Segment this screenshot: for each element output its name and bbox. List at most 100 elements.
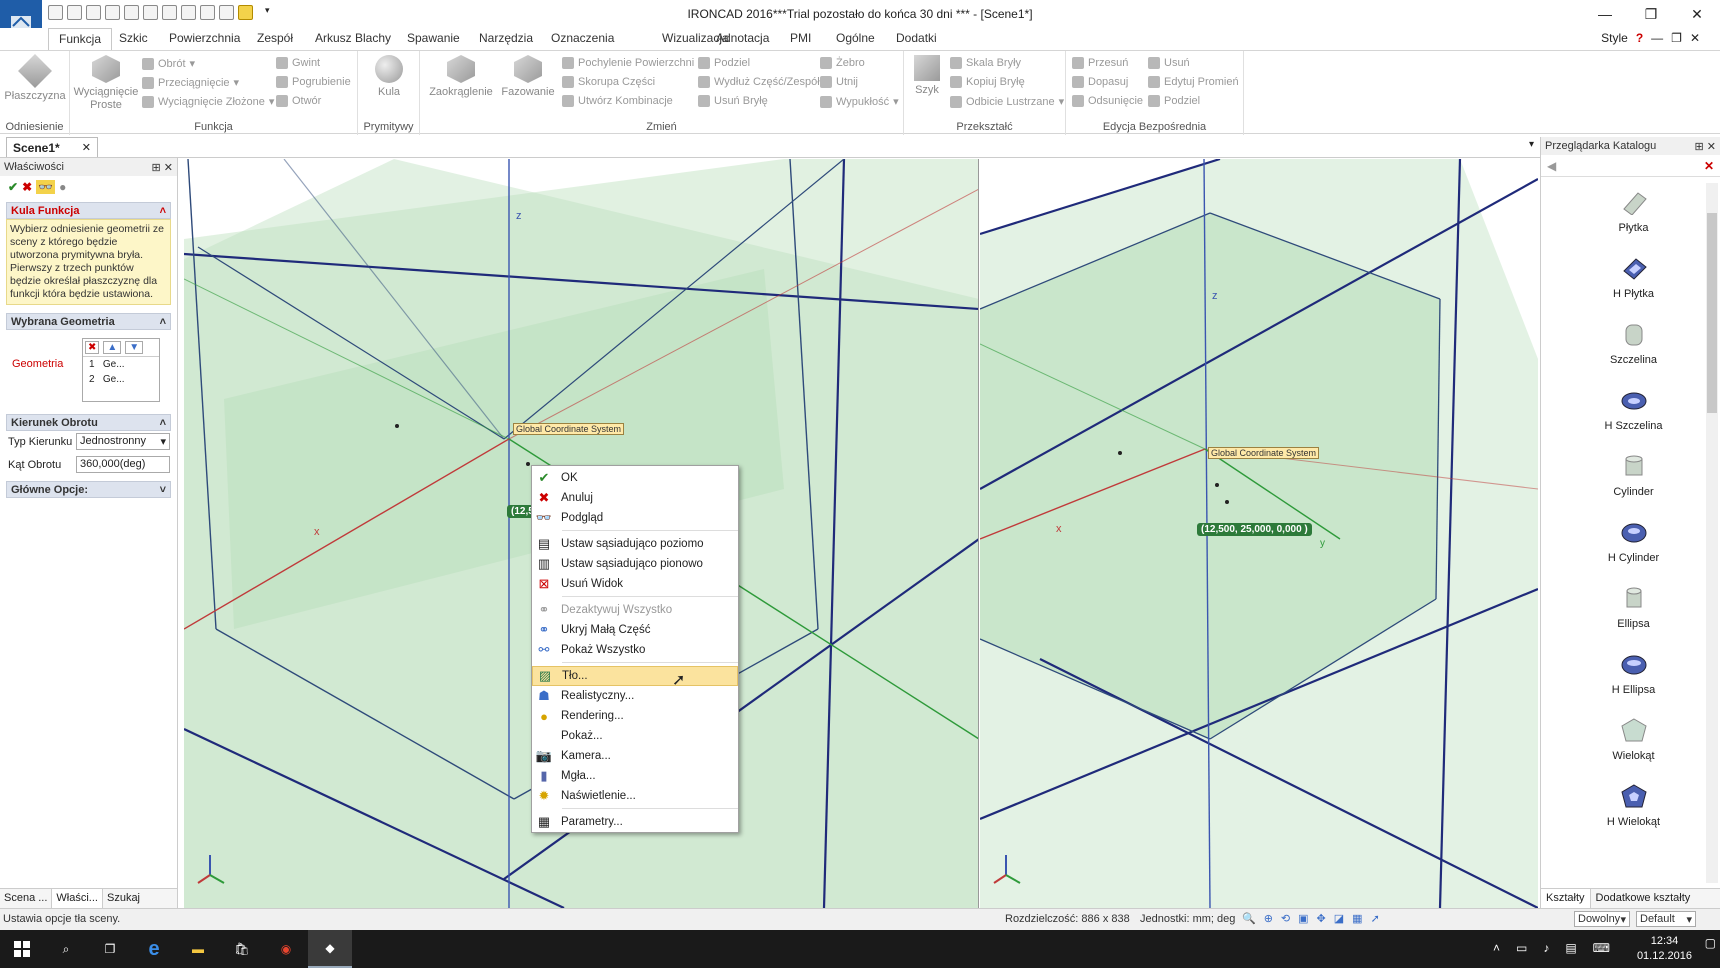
geometry-item[interactable]: 2 Ge... (83, 372, 159, 387)
menu-item-parameters[interactable]: ▦ Parametry... (532, 812, 738, 832)
action-center-icon[interactable]: ▢ (1705, 936, 1716, 950)
close-panel-icon[interactable]: ✕ (164, 162, 173, 174)
catalog-item-wielokat[interactable]: Wielokąt (1561, 717, 1706, 762)
menu-item-hide-small[interactable]: ⚭ Ukryj Małą Część (532, 620, 738, 640)
zebro-button[interactable]: Żebro (820, 57, 865, 69)
profile-select[interactable]: Default ▾ (1636, 911, 1696, 927)
menu-item-background[interactable]: ▨ Tło... (532, 666, 738, 686)
tab-funkcja[interactable]: Funkcja (48, 28, 113, 51)
typ-kierunku-select[interactable]: Jednostronny ▾ (76, 433, 170, 450)
skala-bryly-button[interactable]: Skala Bryły (950, 57, 1021, 69)
menu-item-camera[interactable]: 📷 Kamera... (532, 746, 738, 766)
tab-dodatkowe-ksztalty[interactable]: Dodatkowe kształty (1591, 889, 1696, 908)
clock[interactable]: 12:34 01.12.2016 (1637, 934, 1692, 964)
notifications-icon[interactable]: ▤ (1565, 941, 1576, 955)
menu-item-tile-vertical[interactable]: ▥ Ustaw sąsiadująco pionowo (532, 554, 738, 574)
zoom-fit-icon[interactable]: ⊕ (1264, 912, 1273, 925)
plaszczyzna-button[interactable]: Płaszczyzna (4, 54, 66, 103)
maximize-icon[interactable]: ❐ (1628, 0, 1674, 28)
menu-item-show[interactable]: Pokaż... (532, 726, 738, 746)
menu-item-ok[interactable]: ✔ OK (532, 468, 738, 488)
odbicie-lustrzane-button[interactable]: Odbicie Lustrzane ▾ (950, 95, 1064, 108)
utnij-button[interactable]: Utnij (820, 76, 858, 88)
task-view-icon[interactable]: ❐ (88, 930, 132, 968)
menu-item-anuluj[interactable]: ✖ Anuluj (532, 488, 738, 508)
tab-scena[interactable]: Scena ... (0, 889, 53, 908)
gwint-button[interactable]: Gwint (276, 57, 320, 69)
section-kula-funkcja[interactable]: Kula Funkcja ˄ (6, 202, 171, 219)
tab-adnotacja[interactable]: Adnotacja (716, 31, 769, 45)
menu-item-podglad[interactable]: 👓 Podgląd (532, 508, 738, 528)
szyk-button[interactable]: Szyk (910, 55, 944, 97)
wydluz-button[interactable]: Wydłuż Część/Zespół (698, 76, 820, 88)
tab-szkic[interactable]: Szkic (119, 31, 148, 45)
preview-icon[interactable]: 👓 (36, 180, 56, 194)
pin-icon[interactable]: ⊞ (152, 162, 161, 174)
store-icon[interactable]: 🛍 (220, 930, 264, 968)
move-up-icon[interactable]: ▲ (103, 341, 122, 354)
ribbon-close-icon[interactable]: ✕ (1690, 31, 1700, 45)
pan-icon[interactable]: ✥ (1317, 912, 1326, 925)
usun-bryle-button[interactable]: Usuń Bryłę (698, 95, 768, 107)
tab-arkusz-blachy[interactable]: Arkusz Blachy (315, 31, 391, 45)
catalog-item-h-szczelina[interactable]: H Szczelina (1561, 387, 1706, 432)
tab-narzedzia[interactable]: Narzędzia (479, 31, 533, 45)
catalog-scrollbar[interactable] (1706, 183, 1718, 883)
catalog-item-h-cylinder[interactable]: H Cylinder (1561, 519, 1706, 564)
tab-oznaczenia[interactable]: Oznaczenia (551, 31, 614, 45)
catalog-item-ellipsa[interactable]: Ellipsa (1561, 585, 1706, 630)
catalog-item-h-plytka[interactable]: H Płytka (1561, 255, 1706, 300)
ribbon-minimize-icon[interactable]: — (1651, 31, 1663, 45)
pin-icon[interactable]: ⊞ (1695, 141, 1704, 153)
zaokraglenie-button[interactable]: Zaokrąglenie (428, 55, 494, 99)
geometry-item[interactable]: 1 Ge... (83, 357, 159, 372)
orbit-icon[interactable]: ⟲ (1281, 912, 1290, 925)
info-icon[interactable]: ● (59, 180, 66, 194)
render-mode-icon[interactable]: ◪ (1334, 912, 1344, 925)
kopiuj-bryle-button[interactable]: Kopiuj Bryłę (950, 76, 1025, 88)
menu-item-fog[interactable]: ▮ Mgła... (532, 766, 738, 786)
zoom-icon[interactable]: 🔍 (1242, 912, 1256, 925)
tab-wlasciwosci[interactable]: Właści... (52, 889, 103, 908)
tab-scene1[interactable]: Scene1* ✕ (6, 137, 98, 157)
volume-icon[interactable]: ♪ (1543, 941, 1549, 955)
help-icon[interactable]: ? (1636, 31, 1643, 45)
przeciagniecie-button[interactable]: Przeciągnięcie ▾ (142, 76, 239, 89)
tab-spawanie[interactable]: Spawanie (407, 31, 460, 45)
podziel-direct-button[interactable]: Podziel (1148, 95, 1200, 107)
section-kierunek-obrotu[interactable]: Kierunek Obrotu ˄ (6, 414, 171, 431)
move-down-icon[interactable]: ▼ (125, 341, 144, 354)
file-explorer-icon[interactable]: ▬ (176, 930, 220, 968)
start-icon[interactable] (0, 930, 44, 968)
close-tab-icon[interactable]: ✕ (82, 141, 91, 154)
tab-powierzchnia[interactable]: Powierzchnia (169, 31, 240, 45)
podziel-button[interactable]: Podziel (698, 57, 750, 69)
fazowanie-button[interactable]: Fazowanie (500, 55, 556, 99)
wyciagniecie-proste-button[interactable]: Wyciągnięcie Proste (72, 55, 140, 112)
remove-geometry-icon[interactable]: ✖ (85, 341, 100, 354)
close-icon[interactable]: ✕ (1674, 0, 1720, 28)
menu-item-realistic[interactable]: ☗ Realistyczny... (532, 686, 738, 706)
tab-ogolne[interactable]: Ogólne (836, 31, 875, 45)
mode-select[interactable]: Dowolny ▾ (1574, 911, 1630, 927)
dopasuj-button[interactable]: Dopasuj (1072, 76, 1128, 88)
doc-tabs-dropdown-icon[interactable]: ▾ (1529, 139, 1534, 150)
search-icon[interactable]: ⌕ (44, 930, 88, 968)
display-icon[interactable]: ▦ (1352, 912, 1362, 925)
section-glowne-opcje[interactable]: Główne Opcje: ˅ (6, 481, 171, 498)
pogrubienie-button[interactable]: Pogrubienie (276, 76, 351, 88)
keyboard-icon[interactable]: ⌨ (1593, 941, 1610, 955)
kula-button[interactable]: Kula (366, 55, 412, 99)
menu-item-deactivate-all[interactable]: ⚭ Dezaktywuj Wszystko (532, 600, 738, 620)
back-icon[interactable]: ◀ (1547, 159, 1556, 173)
wyciagniecie-zlozone-button[interactable]: Wyciągnięcie Złożone ▾ (142, 95, 274, 108)
close-catalog-icon[interactable]: ✕ (1707, 141, 1716, 153)
odsuniecie-button[interactable]: Odsunięcie (1072, 95, 1143, 107)
menu-item-show-all[interactable]: ⚯ Pokaż Wszystko (532, 640, 738, 660)
kat-obrotu-input[interactable]: 360,000(deg) (76, 456, 170, 473)
usun-button[interactable]: Usuń (1148, 57, 1190, 69)
otwor-button[interactable]: Otwór (276, 95, 321, 107)
tab-szukaj[interactable]: Szukaj (103, 889, 144, 908)
tab-dodatki[interactable]: Dodatki (896, 31, 937, 45)
menu-item-rendering[interactable]: ● Rendering... (532, 706, 738, 726)
